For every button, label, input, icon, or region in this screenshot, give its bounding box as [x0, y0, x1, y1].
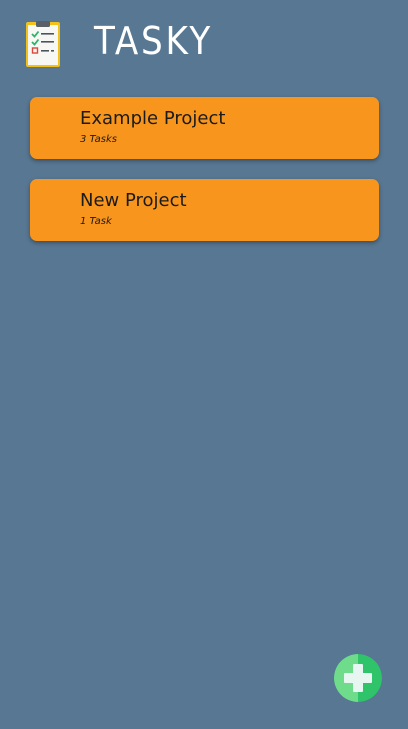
project-name: New Project [80, 190, 187, 211]
plus-icon [334, 654, 382, 702]
project-list: Example Project 3 Tasks New Project 1 Ta… [30, 97, 379, 261]
app-header: TASKY [0, 0, 408, 90]
project-task-count: 1 Task [80, 216, 112, 227]
add-project-button[interactable] [334, 654, 382, 702]
project-name: Example Project [80, 108, 226, 129]
project-card[interactable]: Example Project 3 Tasks [30, 97, 379, 159]
project-card[interactable]: New Project 1 Task [30, 179, 379, 241]
project-task-count: 3 Tasks [80, 134, 117, 145]
clipboard-checklist-icon [25, 21, 61, 68]
app-title: TASKY [94, 19, 213, 63]
